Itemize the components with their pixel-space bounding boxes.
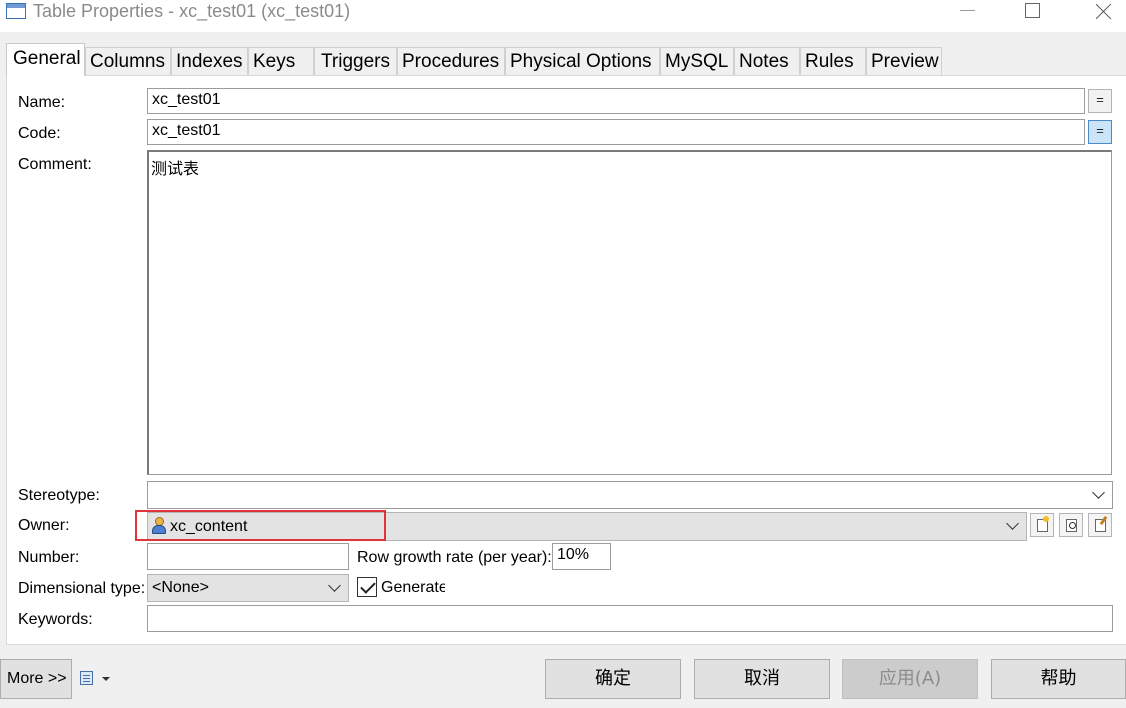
dimensional-type-select[interactable]: <None> xyxy=(147,574,349,602)
tab-procedures[interactable]: Procedures xyxy=(397,47,505,75)
dimensional-type-label: Dimensional type: xyxy=(18,580,146,597)
name-equal-button[interactable]: = xyxy=(1088,89,1112,113)
code-field[interactable]: xc_test01 xyxy=(147,119,1085,145)
tab-physical-options[interactable]: Physical Options xyxy=(505,47,660,75)
code-label: Code: xyxy=(18,125,61,142)
keywords-label: Keywords: xyxy=(18,611,93,628)
caret-down-icon[interactable] xyxy=(102,677,110,681)
select-owner-button[interactable] xyxy=(1059,513,1083,537)
number-field[interactable] xyxy=(147,543,349,570)
tab-keys[interactable]: Keys xyxy=(248,47,314,75)
tab-bar: General Columns Indexes Keys Triggers Pr… xyxy=(0,32,1126,76)
help-button[interactable]: 帮助 xyxy=(991,659,1126,699)
tab-general[interactable]: General xyxy=(6,43,85,76)
window-title: Table Properties - xc_test01 (xc_test01) xyxy=(33,1,351,21)
more-button[interactable]: More >> xyxy=(0,659,72,699)
generate-checkbox[interactable] xyxy=(357,577,377,597)
name-label: Name: xyxy=(18,94,66,111)
code-equal-button[interactable]: = xyxy=(1088,120,1112,144)
chevron-down-icon xyxy=(1006,517,1019,530)
tab-preview[interactable]: Preview xyxy=(866,47,942,75)
minimize-button[interactable] xyxy=(958,0,978,22)
stereotype-combobox[interactable] xyxy=(147,481,1113,509)
number-label: Number: xyxy=(18,549,80,566)
stereotype-label: Stereotype: xyxy=(18,487,100,504)
dimensional-type-value: <None> xyxy=(152,579,209,596)
owner-label: Owner: xyxy=(18,517,70,534)
row-growth-field[interactable]: 10% xyxy=(552,543,611,570)
new-owner-button[interactable] xyxy=(1030,513,1054,537)
print-icon[interactable] xyxy=(80,671,93,685)
name-field[interactable]: xc_test01 xyxy=(147,88,1085,114)
close-button[interactable] xyxy=(1095,2,1113,20)
cancel-button[interactable]: 取消 xyxy=(694,659,830,699)
tab-mysql[interactable]: MySQL xyxy=(660,47,734,75)
chevron-down-icon xyxy=(1092,486,1105,499)
tab-indexes[interactable]: Indexes xyxy=(171,47,248,75)
comment-label: Comment: xyxy=(18,156,92,173)
keywords-field[interactable] xyxy=(147,605,1113,632)
comment-textarea[interactable]: 测试表 xyxy=(147,150,1112,475)
tab-rules[interactable]: Rules xyxy=(800,47,866,75)
maximize-button[interactable] xyxy=(1025,3,1040,18)
title-bar: Table Properties - xc_test01 (xc_test01) xyxy=(0,0,1126,32)
tab-triggers[interactable]: Triggers xyxy=(314,47,397,75)
tab-notes[interactable]: Notes xyxy=(734,47,800,75)
ok-button[interactable]: 确定 xyxy=(545,659,681,699)
table-icon xyxy=(6,3,26,19)
highlight-box xyxy=(135,510,386,541)
tab-columns[interactable]: Columns xyxy=(85,47,171,75)
apply-button[interactable]: 应用(A) xyxy=(842,659,978,699)
generate-label: Generate xyxy=(381,579,445,596)
chevron-down-icon xyxy=(328,579,341,592)
owner-properties-button[interactable] xyxy=(1088,513,1112,537)
row-growth-label: Row growth rate (per year): xyxy=(357,549,552,566)
